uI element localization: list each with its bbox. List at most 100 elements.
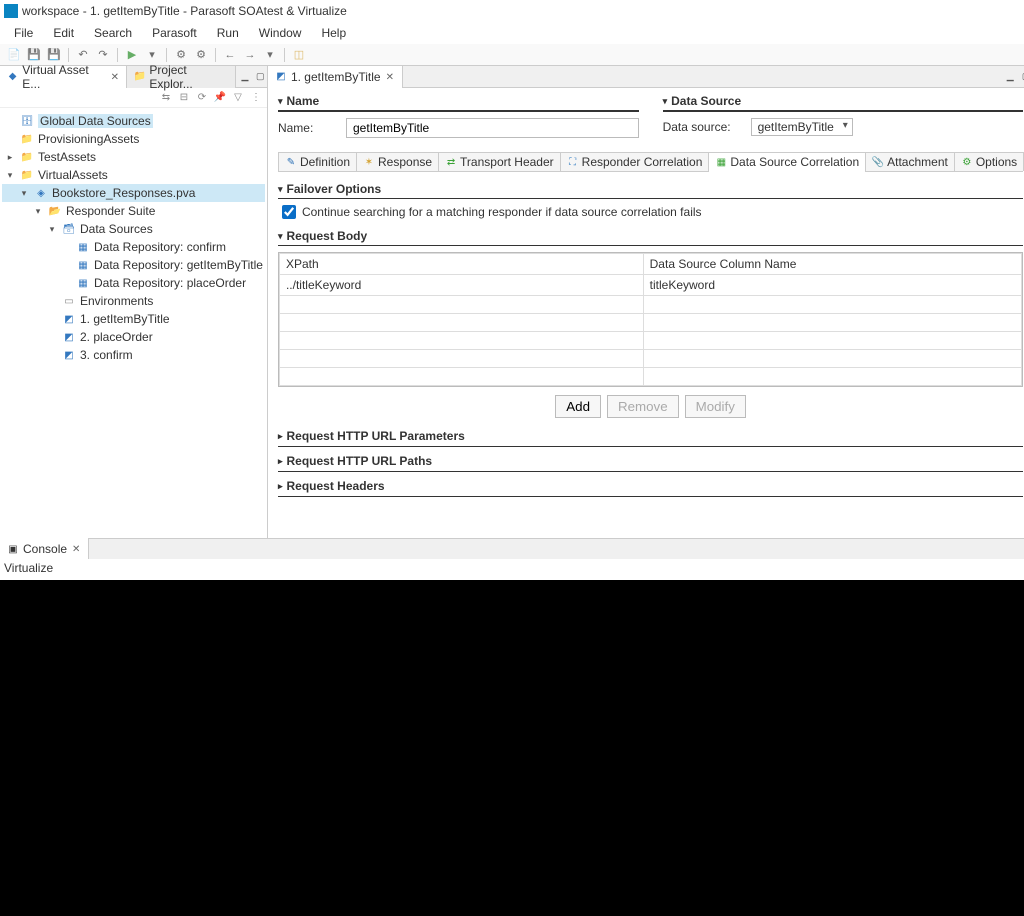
- tree-label: Environments: [80, 294, 153, 308]
- section-request-body[interactable]: ▾ Request Body: [278, 227, 1023, 246]
- remove-button[interactable]: Remove: [607, 395, 679, 418]
- save-all-icon[interactable]: 💾: [46, 47, 62, 63]
- chevron-down-icon: ▾: [278, 184, 283, 195]
- redo-icon[interactable]: ↷: [95, 47, 111, 63]
- close-icon[interactable]: ✕: [386, 72, 396, 82]
- undo-icon[interactable]: ↶: [75, 47, 91, 63]
- link-icon[interactable]: ⇆: [159, 91, 173, 105]
- tree-repo-confirm[interactable]: ▦ Data Repository: confirm: [2, 238, 265, 256]
- table-row[interactable]: [279, 296, 1021, 314]
- maximize-icon[interactable]: ▢: [1019, 70, 1024, 84]
- database-icon: 🗄: [20, 114, 34, 128]
- tree-responder-suite[interactable]: ▾📂 Responder Suite: [2, 202, 265, 220]
- tree-provisioning-assets[interactable]: 📁 ProvisioningAssets: [2, 130, 265, 148]
- minimize-icon[interactable]: ▁: [1003, 70, 1017, 84]
- tab-options[interactable]: ⚙Options: [954, 152, 1024, 171]
- menu-window[interactable]: Window: [249, 24, 312, 42]
- failover-checkbox[interactable]: [282, 205, 296, 219]
- tab-label: Console: [23, 542, 67, 556]
- menu-help[interactable]: Help: [311, 24, 356, 42]
- filter-icon[interactable]: ▽: [231, 91, 245, 105]
- table-row[interactable]: [279, 314, 1021, 332]
- tab-virtual-asset-explorer[interactable]: ◆ Virtual Asset E... ✕: [0, 66, 127, 88]
- name-input[interactable]: [346, 118, 639, 138]
- modify-button[interactable]: Modify: [685, 395, 746, 418]
- menu-file[interactable]: File: [4, 24, 43, 42]
- app-icon: [4, 4, 18, 18]
- table-row[interactable]: [279, 332, 1021, 350]
- tree-label: Responder Suite: [66, 204, 155, 218]
- section-name[interactable]: ▾ Name: [278, 92, 639, 112]
- tree-responder-1[interactable]: ◩ 1. getItemByTitle: [2, 310, 265, 328]
- tree-bookstore-responses[interactable]: ▾◈ Bookstore_Responses.pva: [2, 184, 265, 202]
- console-icon: ▣: [6, 542, 20, 556]
- tree-virtual-assets[interactable]: ▾📁 VirtualAssets: [2, 166, 265, 184]
- menu-run[interactable]: Run: [207, 24, 249, 42]
- tab-label: Virtual Asset E...: [22, 63, 105, 91]
- section-data-source[interactable]: ▾ Data Source: [663, 92, 1024, 112]
- collapse-all-icon[interactable]: ⊟: [177, 91, 191, 105]
- section-title: Request Body: [287, 229, 368, 243]
- menu-edit[interactable]: Edit: [43, 24, 84, 42]
- section-request-headers[interactable]: ▸ Request Headers: [278, 476, 1023, 497]
- tab-responder-correlation[interactable]: ⛶Responder Correlation: [560, 152, 710, 171]
- tree-repo-placeorder[interactable]: ▦ Data Repository: placeOrder: [2, 274, 265, 292]
- project-explorer-icon: 📁: [133, 70, 146, 84]
- tab-transport-header[interactable]: ⇄Transport Header: [438, 152, 561, 171]
- tool-icon-2[interactable]: ⚙: [193, 47, 209, 63]
- section-request-url-paths[interactable]: ▸ Request HTTP URL Paths: [278, 451, 1023, 472]
- tab-project-explorer[interactable]: 📁 Project Explor...: [127, 66, 236, 88]
- tree-label: Bookstore_Responses.pva: [52, 186, 195, 200]
- nav-back-icon[interactable]: ←: [222, 47, 238, 63]
- tab-console[interactable]: ▣ Console ✕: [0, 538, 89, 560]
- perspective-icon[interactable]: ◫: [291, 47, 307, 63]
- tab-definition[interactable]: ✎Definition: [278, 152, 357, 171]
- table-row[interactable]: [279, 368, 1021, 386]
- tab-data-source-correlation[interactable]: ▦Data Source Correlation: [708, 152, 866, 171]
- table-row[interactable]: ../titleKeyword titleKeyword: [279, 275, 1021, 296]
- editor-tab-getitembytitle[interactable]: ◩ 1. getItemByTitle ✕: [268, 66, 403, 88]
- section-failover[interactable]: ▾ Failover Options: [278, 180, 1023, 199]
- minimize-icon[interactable]: ▁: [238, 70, 251, 84]
- chevron-right-icon: ▸: [278, 481, 283, 492]
- datasource-icon: 🗃: [62, 222, 76, 236]
- section-request-url-params[interactable]: ▸ Request HTTP URL Parameters: [278, 426, 1023, 447]
- data-source-select[interactable]: getItemByTitle: [751, 118, 853, 136]
- menu-icon[interactable]: ⋮: [249, 91, 263, 105]
- tree-global-data-sources[interactable]: 🗄 Global Data Sources: [2, 112, 265, 130]
- pin-icon[interactable]: 📌: [213, 91, 227, 105]
- dropdown-icon[interactable]: ▾: [144, 47, 160, 63]
- close-icon[interactable]: ✕: [111, 72, 120, 82]
- console-pane: ▣ Console ✕ Virtualize: [0, 538, 1024, 580]
- virtual-asset-icon: ◆: [6, 70, 19, 84]
- menu-parasoft[interactable]: Parasoft: [142, 24, 207, 42]
- tree-data-sources[interactable]: ▾🗃 Data Sources: [2, 220, 265, 238]
- tree-test-assets[interactable]: ▸📁 TestAssets: [2, 148, 265, 166]
- xpath-table[interactable]: XPath Data Source Column Name ../titleKe…: [278, 252, 1023, 387]
- run-icon[interactable]: ▶: [124, 47, 140, 63]
- menu-search[interactable]: Search: [84, 24, 142, 42]
- tree-responder-3[interactable]: ◩ 3. confirm: [2, 346, 265, 364]
- tab-attachment[interactable]: 📎Attachment: [865, 152, 955, 171]
- tree-environments[interactable]: ▭ Environments: [2, 292, 265, 310]
- editor-body: ▾ Name Name: ▾ Data Source Data source:: [268, 88, 1024, 538]
- tool-icon-1[interactable]: ⚙: [173, 47, 189, 63]
- tree-label: VirtualAssets: [38, 168, 108, 182]
- section-title: Data Source: [671, 94, 741, 108]
- name-label: Name:: [278, 121, 338, 135]
- tab-response[interactable]: ✶Response: [356, 152, 439, 171]
- new-icon[interactable]: 📄: [6, 47, 22, 63]
- tree-responder-2[interactable]: ◩ 2. placeOrder: [2, 328, 265, 346]
- nav-fwd-icon[interactable]: →: [242, 47, 258, 63]
- maximize-icon[interactable]: ▢: [254, 70, 267, 84]
- chevron-right-icon: ▸: [278, 431, 283, 442]
- add-button[interactable]: Add: [555, 395, 601, 418]
- save-icon[interactable]: 💾: [26, 47, 42, 63]
- col-xpath: XPath: [279, 254, 643, 275]
- nav-drop-icon[interactable]: ▾: [262, 47, 278, 63]
- close-icon[interactable]: ✕: [72, 544, 82, 554]
- config-tabs: ✎Definition ✶Response ⇄Transport Header …: [278, 152, 1023, 172]
- tree-repo-getitembytitle[interactable]: ▦ Data Repository: getItemByTitle: [2, 256, 265, 274]
- refresh-icon[interactable]: ⟳: [195, 91, 209, 105]
- table-row[interactable]: [279, 350, 1021, 368]
